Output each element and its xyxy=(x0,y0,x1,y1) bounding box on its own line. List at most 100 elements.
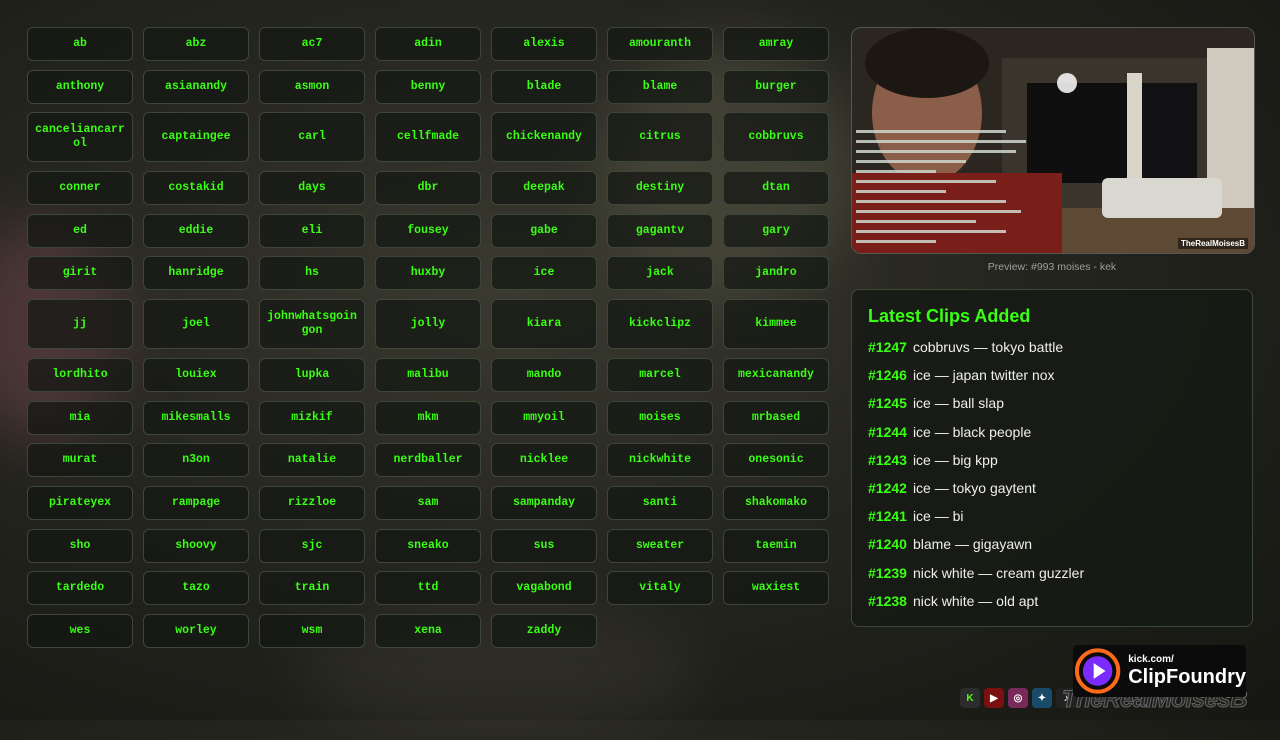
clip-button-cellfmade[interactable]: cellfmade xyxy=(375,112,481,163)
clip-button-citrus[interactable]: citrus xyxy=(607,112,713,163)
clip-button-ed[interactable]: ed xyxy=(27,213,133,248)
clip-button-wes[interactable]: wes xyxy=(27,613,133,648)
clip-button-sneako[interactable]: sneako xyxy=(375,528,481,563)
clip-button-ice[interactable]: ice xyxy=(491,256,597,291)
clip-button-xena[interactable]: xena xyxy=(375,613,481,648)
clip-button-marcel[interactable]: marcel xyxy=(607,357,713,392)
clip-button-asianandy[interactable]: asianandy xyxy=(143,69,249,104)
clip-button-sam[interactable]: sam xyxy=(375,485,481,520)
clip-button-costakid[interactable]: costakid xyxy=(143,171,249,206)
clip-button-mrbased[interactable]: mrbased xyxy=(723,400,829,435)
clip-button-wsm[interactable]: wsm xyxy=(259,613,365,648)
clip-button-kiara[interactable]: kiara xyxy=(491,299,597,350)
clip-button-mexicanandy[interactable]: mexicanandy xyxy=(723,357,829,392)
clip-button-ab[interactable]: ab xyxy=(27,27,133,61)
clip-button-mikesmalls[interactable]: mikesmalls xyxy=(143,400,249,435)
clip-button-tardedo[interactable]: tardedo xyxy=(27,571,133,606)
clip-button-girit[interactable]: girit xyxy=(27,256,133,291)
clip-button-malibu[interactable]: malibu xyxy=(375,357,481,392)
clip-button-joel[interactable]: joel xyxy=(143,299,249,350)
clip-button-jj[interactable]: jj xyxy=(27,299,133,350)
clip-row[interactable]: #1247 cobbruvs — tokyo battle xyxy=(868,333,1236,361)
clip-button-deepak[interactable]: deepak xyxy=(491,171,597,206)
clip-row[interactable]: #1241 ice — bi xyxy=(868,502,1236,530)
clip-row[interactable]: #1246 ice — japan twitter nox xyxy=(868,361,1236,389)
clip-button-nickwhite[interactable]: nickwhite xyxy=(607,443,713,478)
clip-button-pirateyex[interactable]: pirateyex xyxy=(27,485,133,520)
clip-button-carl[interactable]: carl xyxy=(259,112,365,163)
clip-button-gary[interactable]: gary xyxy=(723,213,829,248)
clip-button-onesonic[interactable]: onesonic xyxy=(723,443,829,478)
clip-button-sus[interactable]: sus xyxy=(491,528,597,563)
clip-button-cobbruvs[interactable]: cobbruvs xyxy=(723,112,829,163)
clip-row[interactable]: #1244 ice — black people xyxy=(868,418,1236,446)
clip-button-lordhito[interactable]: lordhito xyxy=(27,357,133,392)
clip-button-anthony[interactable]: anthony xyxy=(27,69,133,104)
clip-button-days[interactable]: days xyxy=(259,171,365,206)
clip-button-captaingee[interactable]: captaingee xyxy=(143,112,249,163)
clip-button-jandro[interactable]: jandro xyxy=(723,256,829,291)
clip-button-lupka[interactable]: lupka xyxy=(259,357,365,392)
clip-button-mmyoil[interactable]: mmyoil xyxy=(491,400,597,435)
clip-button-kickclipz[interactable]: kickclipz xyxy=(607,299,713,350)
clip-button-waxiest[interactable]: waxiest xyxy=(723,571,829,606)
clip-button-ttd[interactable]: ttd xyxy=(375,571,481,606)
clip-button-mkm[interactable]: mkm xyxy=(375,400,481,435)
clip-button-eli[interactable]: eli xyxy=(259,213,365,248)
clip-button-train[interactable]: train xyxy=(259,571,365,606)
clip-button-sjc[interactable]: sjc xyxy=(259,528,365,563)
clip-button-zaddy[interactable]: zaddy xyxy=(491,613,597,648)
clip-button-huxby[interactable]: huxby xyxy=(375,256,481,291)
clip-button-eddie[interactable]: eddie xyxy=(143,213,249,248)
clip-button-abz[interactable]: abz xyxy=(143,27,249,61)
clip-button-fousey[interactable]: fousey xyxy=(375,213,481,248)
clip-button-johnwhatsgoingon[interactable]: johnwhatsgoingon xyxy=(259,299,365,350)
clip-button-taemin[interactable]: taemin xyxy=(723,528,829,563)
clip-button-gabe[interactable]: gabe xyxy=(491,213,597,248)
clip-button-natalie[interactable]: natalie xyxy=(259,443,365,478)
clip-button-nerdballer[interactable]: nerdballer xyxy=(375,443,481,478)
clip-button-mando[interactable]: mando xyxy=(491,357,597,392)
clip-button-rizzloe[interactable]: rizzloe xyxy=(259,485,365,520)
clip-button-mizkif[interactable]: mizkif xyxy=(259,400,365,435)
clip-button-mia[interactable]: mia xyxy=(27,400,133,435)
clip-button-vitaly[interactable]: vitaly xyxy=(607,571,713,606)
clip-button-dtan[interactable]: dtan xyxy=(723,171,829,206)
clip-button-shakomako[interactable]: shakomako xyxy=(723,485,829,520)
clip-button-sweater[interactable]: sweater xyxy=(607,528,713,563)
clip-button-conner[interactable]: conner xyxy=(27,171,133,206)
clip-button-nicklee[interactable]: nicklee xyxy=(491,443,597,478)
clip-button-moises[interactable]: moises xyxy=(607,400,713,435)
clip-button-jolly[interactable]: jolly xyxy=(375,299,481,350)
clip-button-blade[interactable]: blade xyxy=(491,69,597,104)
clip-button-hanridge[interactable]: hanridge xyxy=(143,256,249,291)
clip-button-blame[interactable]: blame xyxy=(607,69,713,104)
clip-row[interactable]: #1242 ice — tokyo gaytent xyxy=(868,474,1236,502)
clip-button-murat[interactable]: murat xyxy=(27,443,133,478)
clip-button-tazo[interactable]: tazo xyxy=(143,571,249,606)
clip-button-sho[interactable]: sho xyxy=(27,528,133,563)
clip-row[interactable]: #1245 ice — ball slap xyxy=(868,389,1236,417)
clip-button-santi[interactable]: santi xyxy=(607,485,713,520)
clip-row[interactable]: #1238 nick white — old apt xyxy=(868,587,1236,615)
clip-preview[interactable]: TheRealMoisesB xyxy=(851,27,1255,254)
clip-button-shoovy[interactable]: shoovy xyxy=(143,528,249,563)
clip-button-asmon[interactable]: asmon xyxy=(259,69,365,104)
clip-row[interactable]: #1239 nick white — cream guzzler xyxy=(868,559,1236,587)
clip-button-vagabond[interactable]: vagabond xyxy=(491,571,597,606)
clip-button-gagantv[interactable]: gagantv xyxy=(607,213,713,248)
clip-button-benny[interactable]: benny xyxy=(375,69,481,104)
clip-button-louiex[interactable]: louiex xyxy=(143,357,249,392)
clip-button-n3on[interactable]: n3on xyxy=(143,443,249,478)
clip-button-chickenandy[interactable]: chickenandy xyxy=(491,112,597,163)
clip-button-dbr[interactable]: dbr xyxy=(375,171,481,206)
clip-button-destiny[interactable]: destiny xyxy=(607,171,713,206)
clip-row[interactable]: #1240 blame — gigayawn xyxy=(868,530,1236,558)
clip-button-alexis[interactable]: alexis xyxy=(491,27,597,61)
clip-button-sampanday[interactable]: sampanday xyxy=(491,485,597,520)
clip-button-amouranth[interactable]: amouranth xyxy=(607,27,713,61)
clip-button-jack[interactable]: jack xyxy=(607,256,713,291)
clip-button-worley[interactable]: worley xyxy=(143,613,249,648)
clip-row[interactable]: #1243 ice — big kpp xyxy=(868,446,1236,474)
clip-button-ac7[interactable]: ac7 xyxy=(259,27,365,61)
